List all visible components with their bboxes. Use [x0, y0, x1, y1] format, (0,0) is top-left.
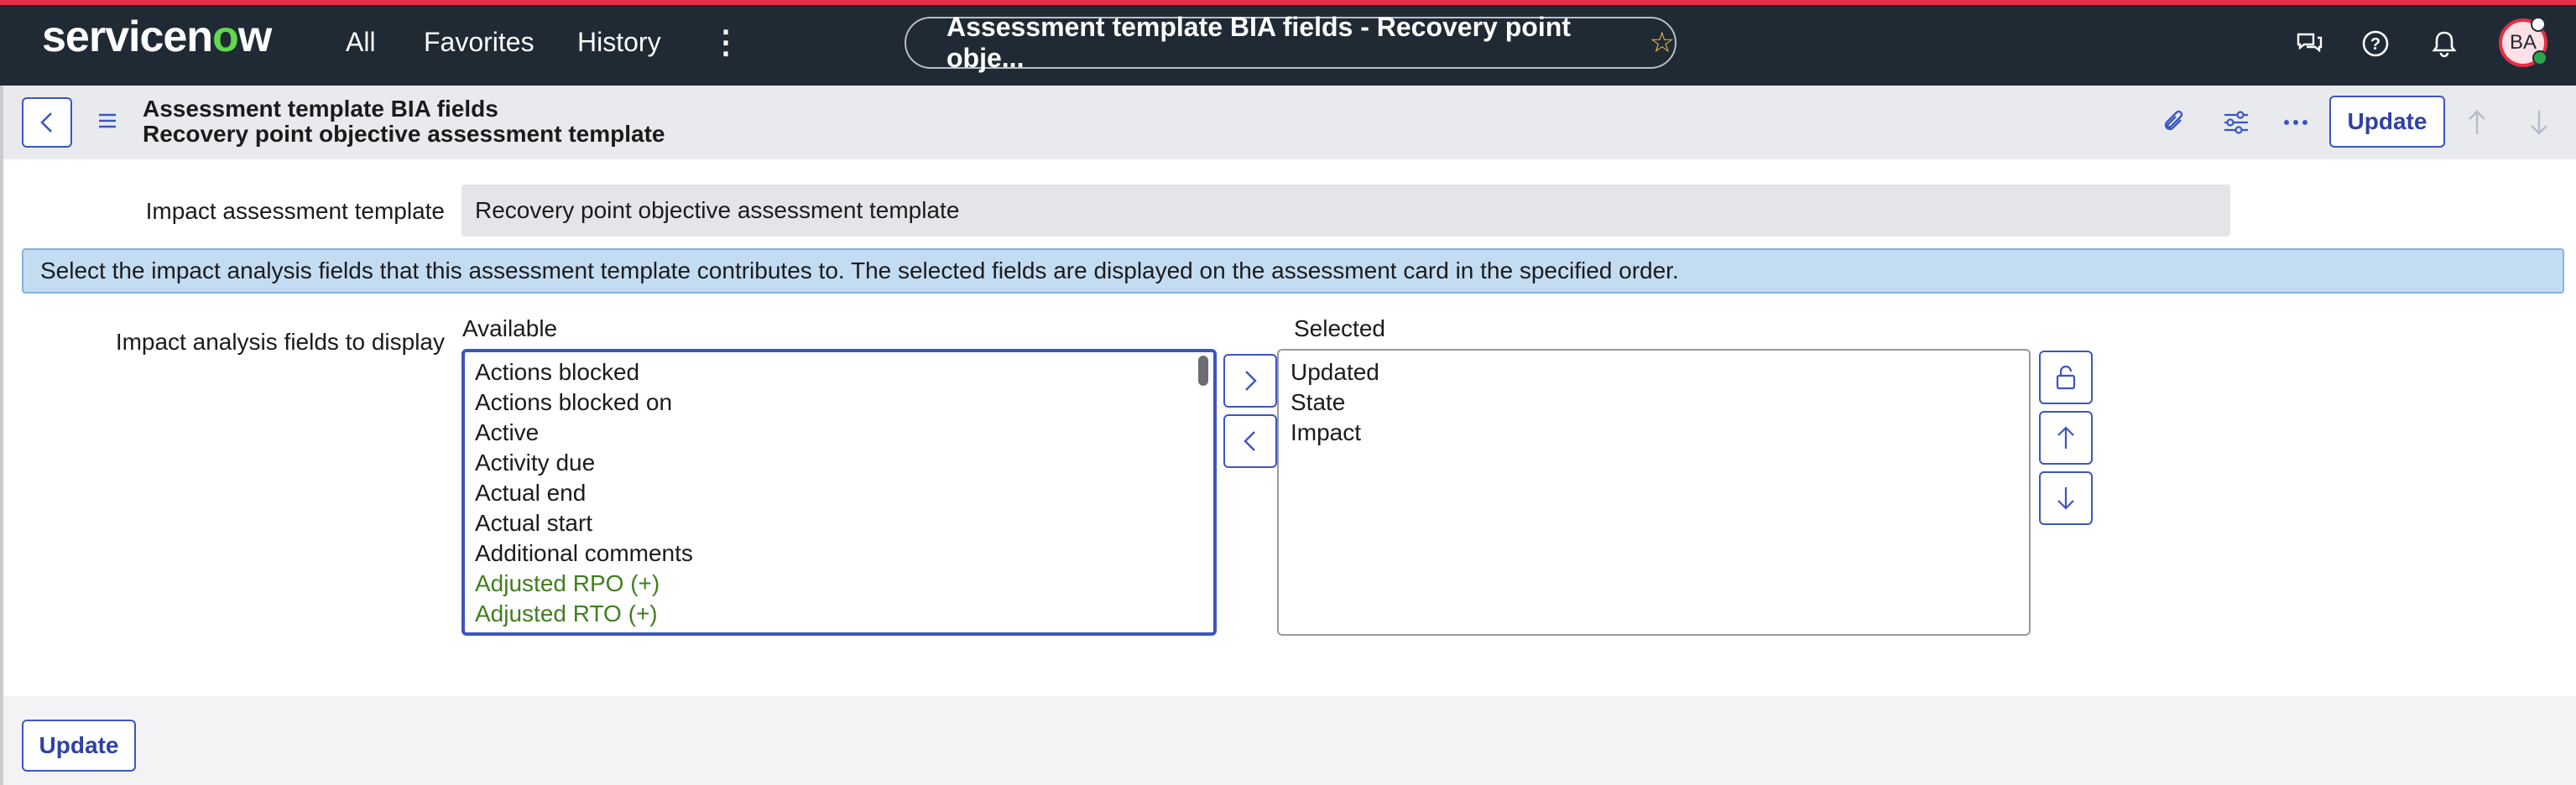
- selected-option[interactable]: State: [1291, 387, 2029, 418]
- arrow-up-icon: [2057, 426, 2074, 449]
- arrow-down-icon: [2057, 487, 2074, 510]
- info-message: Select the impact analysis fields that t…: [22, 248, 2564, 294]
- nav-all[interactable]: All: [346, 27, 376, 58]
- lock-icon: [2056, 365, 2076, 390]
- selected-option[interactable]: Updated: [1291, 357, 2029, 387]
- next-record-icon[interactable]: [2524, 107, 2554, 138]
- form-footer: Update: [0, 696, 2576, 785]
- vertical-dots-icon[interactable]: ⋮: [710, 23, 742, 61]
- help-icon[interactable]: ?: [2359, 27, 2392, 60]
- available-listbox[interactable]: Actions blocked Actions blocked on Active A…: [461, 349, 1217, 636]
- chevron-right-icon: [1245, 371, 1257, 391]
- sliders-icon[interactable]: [2221, 107, 2251, 138]
- available-option[interactable]: Adjusted RTO (+): [475, 599, 1213, 629]
- avatar[interactable]: BA: [2499, 17, 2547, 67]
- available-option[interactable]: Activity due: [475, 448, 1213, 478]
- presence-dot: [2532, 50, 2547, 65]
- move-up-button[interactable]: [2039, 411, 2093, 465]
- servicenow-logo[interactable]: servicenow: [42, 12, 272, 62]
- selected-option[interactable]: Impact: [1291, 418, 2029, 448]
- template-value: Recovery point objective assessment temp…: [475, 197, 960, 223]
- form-title: Assessment template BIA fields: [143, 96, 498, 122]
- scrollbar-thumb[interactable]: [1198, 356, 1208, 386]
- move-down-button[interactable]: [2039, 471, 2093, 525]
- template-field: Recovery point objective assessment temp…: [461, 185, 2230, 237]
- update-button-top[interactable]: Update: [2329, 96, 2445, 148]
- available-option[interactable]: Actual start: [475, 508, 1213, 538]
- available-option[interactable]: Additional comments: [475, 538, 1213, 569]
- status-dot: [2531, 17, 2546, 32]
- previous-record-icon[interactable]: [2462, 107, 2492, 138]
- nav-favorites[interactable]: Favorites: [424, 27, 534, 58]
- available-option[interactable]: Adjusted RPO (+): [475, 569, 1213, 599]
- available-option[interactable]: Active: [475, 418, 1213, 448]
- svg-text:?: ?: [2370, 35, 2380, 54]
- remove-button[interactable]: [1223, 414, 1277, 468]
- context-menu-icon[interactable]: [97, 111, 117, 135]
- selected-heading: Selected: [1294, 315, 1385, 341]
- nav-history[interactable]: History: [577, 27, 661, 58]
- form-body: Impact assessment template Recovery poin…: [0, 159, 2576, 696]
- page-title-pill[interactable]: Assessment template BIA fields - Recover…: [905, 12, 1676, 73]
- lock-button[interactable]: [2039, 351, 2093, 404]
- fields-label: Impact analysis fields to display: [115, 329, 445, 355]
- available-option[interactable]: Actions blocked: [475, 357, 1213, 387]
- star-icon[interactable]: ☆: [1650, 26, 1675, 60]
- more-horizontal-icon[interactable]: [2281, 107, 2311, 138]
- info-message-text: Select the impact analysis fields that t…: [40, 257, 1679, 283]
- update-button-bottom[interactable]: Update: [22, 720, 136, 772]
- top-navigation: servicenow All Favorites History ⋮ Asses…: [0, 0, 2576, 86]
- back-button[interactable]: [22, 97, 72, 148]
- available-option[interactable]: Actions blocked on: [475, 387, 1213, 418]
- chat-icon[interactable]: [2292, 27, 2326, 60]
- avatar-initials: BA: [2509, 31, 2537, 54]
- add-button[interactable]: [1223, 354, 1277, 408]
- chevron-left-icon: [40, 112, 52, 133]
- available-option[interactable]: Actual end: [475, 478, 1213, 508]
- paperclip-icon[interactable]: [2160, 107, 2190, 138]
- form-subtitle: Recovery point objective assessment temp…: [143, 121, 665, 147]
- bell-icon[interactable]: [2427, 27, 2461, 60]
- template-label: Impact assessment template: [145, 198, 445, 224]
- logo-text: servicenow: [42, 13, 272, 61]
- form-header: Assessment template BIA fields Recovery …: [0, 86, 2576, 159]
- available-heading: Available: [462, 315, 558, 341]
- chevron-left-icon: [1244, 431, 1255, 451]
- page-title: Assessment template BIA fields - Recover…: [946, 12, 1571, 73]
- selected-listbox[interactable]: Updated State Impact: [1277, 349, 2031, 636]
